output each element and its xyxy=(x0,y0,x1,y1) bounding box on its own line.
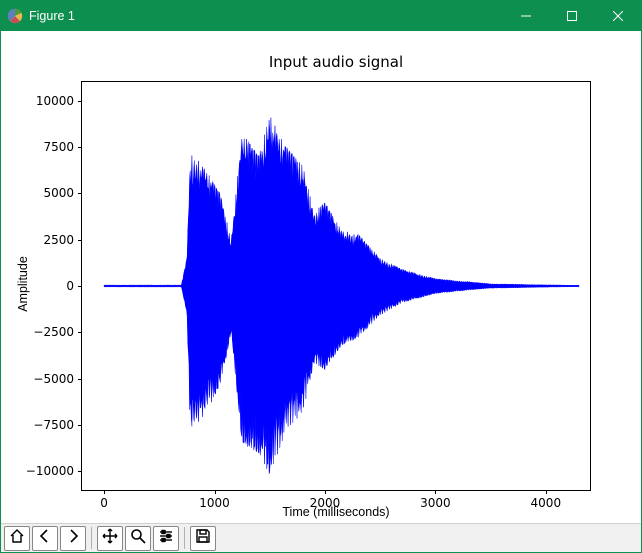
y-tick-label: −2500 xyxy=(33,325,74,339)
y-axis-label: Amplitude xyxy=(0,277,7,291)
home-icon xyxy=(9,528,25,549)
save-icon xyxy=(195,528,211,549)
toolbar-separator xyxy=(184,527,185,549)
y-tick-label: −10000 xyxy=(26,464,74,478)
matplotlib-icon xyxy=(7,8,23,24)
toolbar-separator xyxy=(91,527,92,549)
audio-waveform-line xyxy=(82,82,590,490)
y-tick-label: 10000 xyxy=(36,94,74,108)
window-maximize-button[interactable] xyxy=(549,1,595,31)
figure-canvas: Input audio signal Amplitude −10000−7500… xyxy=(1,31,641,523)
matplotlib-toolbar xyxy=(1,523,641,552)
toolbar-back-button[interactable] xyxy=(32,526,58,551)
zoom-icon xyxy=(130,528,146,549)
toolbar-pan-button[interactable] xyxy=(97,526,123,551)
y-tick-label: −7500 xyxy=(33,418,74,432)
window-minimize-button[interactable] xyxy=(503,1,549,31)
subplots-icon xyxy=(158,528,174,549)
chart-axes: −10000−7500−5000−25000250050007500100000… xyxy=(81,81,591,491)
window-title: Figure 1 xyxy=(29,9,75,23)
toolbar-subplots-button[interactable] xyxy=(153,526,179,551)
toolbar-forward-button[interactable] xyxy=(60,526,86,551)
forward-icon xyxy=(65,528,81,549)
pan-icon xyxy=(102,528,118,549)
y-tick-label: 7500 xyxy=(43,140,74,154)
y-tick-label: −5000 xyxy=(33,372,74,386)
x-axis-label: Time (milliseconds) xyxy=(81,505,591,519)
chart-title: Input audio signal xyxy=(81,53,591,71)
window-titlebar: Figure 1 xyxy=(1,1,641,31)
y-tick-label: 0 xyxy=(66,279,74,293)
window-close-button[interactable] xyxy=(595,1,641,31)
y-tick-label: 2500 xyxy=(43,233,74,247)
toolbar-zoom-button[interactable] xyxy=(125,526,151,551)
toolbar-home-button[interactable] xyxy=(4,526,30,551)
toolbar-save-button[interactable] xyxy=(190,526,216,551)
y-tick-label: 5000 xyxy=(43,186,74,200)
back-icon xyxy=(37,528,53,549)
